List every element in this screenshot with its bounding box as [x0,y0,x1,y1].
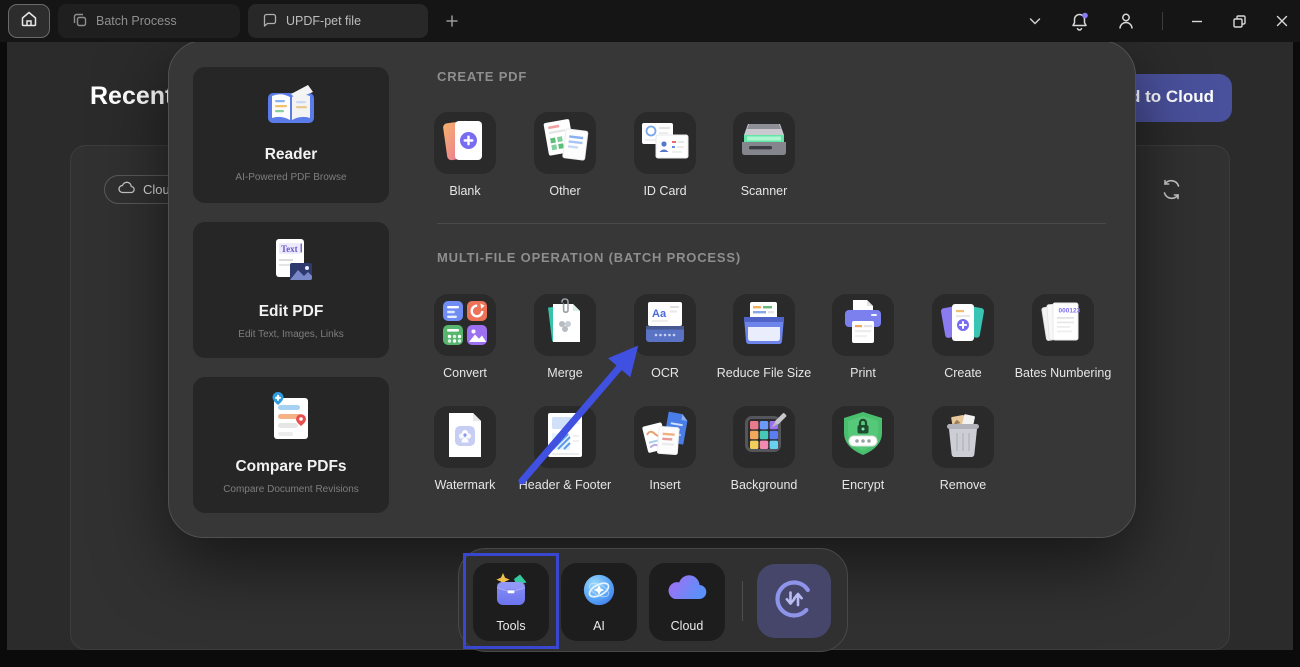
card-reader-title: Reader [265,146,318,164]
upload-to-cloud-label: d to Cloud [1130,87,1214,107]
print-icon [838,298,888,353]
insert-icon [638,410,692,465]
dock-separator [742,581,743,621]
encrypt-icon [838,410,888,465]
transfer-button[interactable] [757,564,831,638]
home-icon [19,9,39,34]
ocr-icon-text: Aa [652,308,667,320]
bottom-dock: Tools AI Cloud [458,548,848,652]
ocr-icon: Aa [640,299,690,352]
dock-item-tools[interactable]: Tools [473,563,549,641]
tool-create-label: Create [944,366,982,380]
merge-icon [540,297,590,354]
tools-icon [491,572,531,613]
reduce-size-icon [738,299,790,352]
card-reader[interactable]: Reader AI-Powered PDF Browse [193,67,389,203]
cloud-icon [118,181,136,198]
bates-icon-text: 000123 [1059,307,1081,314]
card-compare-pdfs-subtitle: Compare Document Revisions [223,484,359,495]
card-compare-pdfs-title: Compare PDFs [235,458,346,476]
tool-remove[interactable]: Remove [903,406,1023,492]
title-bar: Batch Process UPDF-pet file [0,0,1300,42]
edit-pdf-icon-text: Text [281,244,298,254]
dock-item-ai[interactable]: AI [561,563,637,641]
tool-merge-label: Merge [547,366,582,380]
dock-item-tools-label: Tools [496,619,525,633]
tool-bates-numbering-label: Bates Numbering [1015,366,1112,380]
new-tab-button[interactable] [444,13,460,29]
ai-icon [580,572,618,613]
book-icon [263,81,319,136]
recent-heading: Recent [90,82,173,111]
tool-reduce-file-size-label: Reduce File Size [717,366,812,380]
tab-batch-process-label: Batch Process [96,14,177,28]
compare-doc-icon [264,391,318,448]
tab-updf-pet-file[interactable]: UPDF-pet file [248,4,428,38]
edit-page-icon: Text [264,236,318,293]
create-icon [937,299,989,352]
tool-id-card-label: ID Card [643,184,686,198]
bates-icon: 000123 [1037,298,1089,353]
card-compare-pdfs[interactable]: Compare PDFs Compare Document Revisions [193,377,389,513]
tool-insert-label: Insert [649,478,680,492]
section-divider [437,223,1106,224]
card-edit-pdf-subtitle: Edit Text, Images, Links [238,329,343,340]
convert-icon [440,298,490,353]
tool-remove-label: Remove [940,478,987,492]
tool-scanner[interactable]: Scanner [704,112,824,198]
card-edit-pdf[interactable]: Text Edit PDF Edit Text, Images, Links [193,222,389,358]
person-icon[interactable] [1116,11,1136,31]
refresh-icon[interactable] [1158,176,1185,208]
transfer-icon [771,576,817,627]
tool-ocr-label: OCR [651,366,679,380]
tool-scanner-label: Scanner [741,184,788,198]
dock-item-cloud-label: Cloud [671,619,704,633]
minimize-button[interactable] [1189,13,1205,29]
card-edit-pdf-title: Edit PDF [259,303,324,321]
notification-dot [1082,12,1088,18]
watermark-icon [440,410,490,465]
tool-header-footer-label: Header & Footer [519,478,611,492]
close-button[interactable] [1274,13,1290,29]
header-footer-icon [540,410,590,465]
other-docs-icon [538,115,592,172]
chevron-down-icon[interactable] [1027,13,1043,29]
tool-print-label: Print [850,366,876,380]
tool-watermark-label: Watermark [435,478,496,492]
home-button[interactable] [8,4,50,38]
remove-icon [939,411,987,464]
tab-batch-process[interactable]: Batch Process [58,4,240,38]
id-card-icon [638,117,692,170]
tools-panel: Reader AI-Powered PDF Browse Text Edit P… [168,40,1136,538]
restore-button[interactable] [1231,13,1248,30]
tab-updf-pet-file-label: UPDF-pet file [286,14,361,28]
create-pdf-header: CREATE PDF [437,69,527,84]
tool-encrypt-label: Encrypt [842,478,884,492]
bell-icon[interactable] [1069,11,1090,32]
background-icon [740,411,788,464]
tool-blank-label: Blank [449,184,480,198]
card-reader-subtitle: AI-Powered PDF Browse [235,172,346,183]
tool-other-label: Other [549,184,580,198]
tool-background-label: Background [731,478,798,492]
dock-cloud-icon [666,572,708,609]
chat-icon [262,12,278,31]
dock-item-ai-label: AI [593,619,605,633]
blank-page-icon [441,116,489,171]
tool-bates-numbering[interactable]: 000123 Bates Numbering [993,294,1133,380]
tool-convert-label: Convert [443,366,487,380]
titlebar-separator [1162,12,1163,30]
scanner-icon [738,119,790,168]
batch-icon [72,12,88,31]
dock-item-cloud[interactable]: Cloud [649,563,725,641]
batch-header: MULTI-FILE OPERATION (BATCH PROCESS) [437,250,741,265]
